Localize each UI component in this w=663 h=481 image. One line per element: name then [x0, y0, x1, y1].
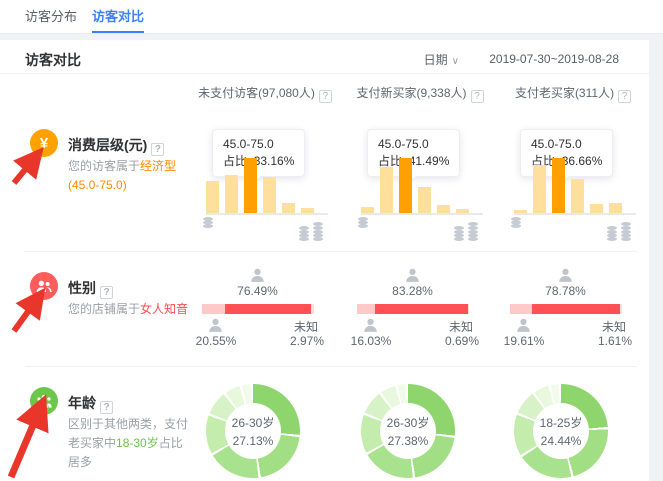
coin-stack-small-icon: [202, 215, 214, 233]
consumption-chart-new-buyers: 45.0-75.0 占比: 41.49%: [345, 121, 497, 251]
donut-top-segment-label: 26-30岁: [387, 414, 430, 431]
consumption-bar-chart[interactable]: [514, 158, 636, 215]
row-desc-consumption: 您的访客属于经济型(45.0-75.0): [68, 157, 190, 195]
chevron-down-icon: ∨: [452, 56, 459, 67]
visitor-compare-panel: 访客对比 日期 ∨ 2019-07-30~2019-08-28 未支付访客(97,…: [0, 40, 649, 481]
unknown-percent: 1.61%: [598, 334, 632, 348]
male-percent: 19.61%: [500, 334, 548, 348]
consumption-chart-unpaid: 45.0-75.0 占比: 33.16%: [190, 121, 342, 251]
coin-stack-small-icon: [357, 215, 369, 233]
gender-group-icon: [30, 272, 58, 300]
column-header-unpaid-visitors: 未支付访客(97,080人)?: [190, 84, 340, 103]
gender-chart-returning-buyers: 78.78% 19.61% 未知 1.61%: [498, 266, 650, 356]
donut-top-segment-value: 27.38%: [388, 434, 429, 448]
donut-center: 18-25岁 24.44%: [533, 403, 589, 459]
help-icon[interactable]: ?: [618, 90, 631, 103]
date-dropdown-label: 日期: [424, 53, 448, 67]
consumption-bar-chart[interactable]: [206, 158, 328, 215]
consumption-bar-chart[interactable]: [361, 158, 483, 215]
help-icon[interactable]: ?: [319, 90, 332, 103]
male-percent: 16.03%: [347, 334, 395, 348]
help-icon[interactable]: ?: [471, 90, 484, 103]
gender-chart-unpaid: 76.49% 20.55% 未知 2.97%: [190, 266, 342, 356]
age-highlight: 18-30岁: [116, 436, 159, 450]
page-title: 访客对比: [25, 50, 81, 70]
row-desc-age: 区别于其他两类，支付老买家中18-30岁占比居多: [68, 415, 190, 472]
visitor-compare-page: 访客分布 访客对比 访客对比 日期 ∨ 2019-07-30~2019-08-28…: [0, 0, 663, 481]
gender-chart-new-buyers: 83.28% 16.03% 未知 0.69%: [345, 266, 497, 356]
yen-icon: ¥: [30, 129, 58, 157]
unknown-percent: 2.97%: [290, 334, 324, 348]
age-donut-chart[interactable]: 26-30岁 27.13%: [206, 384, 300, 478]
consumption-chart-returning-buyers: 45.0-75.0 占比: 36.66%: [498, 121, 650, 251]
date-range-value[interactable]: 2019-07-30~2019-08-28: [489, 52, 619, 66]
female-percent: 76.49%: [190, 284, 325, 298]
donut-top-segment-value: 24.44%: [541, 434, 582, 448]
gender-stacked-bar[interactable]: [357, 304, 469, 314]
unknown-label: 未知: [449, 318, 473, 335]
male-percent: 20.55%: [192, 334, 240, 348]
age-chart-new-buyers: 26-30岁 27.38%: [345, 381, 497, 481]
age-donut-chart[interactable]: 26-30岁 27.38%: [361, 384, 455, 478]
unknown-label: 未知: [602, 318, 626, 335]
tab-visitor-compare[interactable]: 访客对比: [92, 0, 144, 33]
row-desc-gender: 您的店铺属于女人知音: [68, 300, 190, 319]
coin-stack-large-icon: [606, 221, 632, 241]
date-dropdown[interactable]: 日期 ∨: [424, 51, 459, 68]
age-chart-unpaid: 26-30岁 27.13%: [190, 381, 342, 481]
tab-visitor-distribution[interactable]: 访客分布: [25, 0, 77, 33]
donut-top-segment-label: 26-30岁: [232, 414, 275, 431]
female-percent: 83.28%: [345, 284, 480, 298]
column-header-returning-buyers: 支付老买家(311人)?: [498, 84, 648, 103]
coin-stack-large-icon: [453, 221, 479, 241]
header-divider: [0, 73, 649, 74]
unknown-label: 未知: [294, 318, 318, 335]
help-icon[interactable]: ?: [100, 286, 113, 299]
column-header-new-buyers: 支付新买家(9,338人)?: [345, 84, 495, 103]
donut-top-segment-label: 18-25岁: [540, 414, 583, 431]
age-group-icon: [30, 387, 58, 415]
unknown-percent: 0.69%: [445, 334, 479, 348]
row-divider: [25, 251, 637, 252]
row-title-age: 年龄?: [68, 393, 113, 414]
help-icon[interactable]: ?: [151, 143, 164, 156]
gender-highlight: 女人知音: [140, 302, 188, 316]
age-donut-chart[interactable]: 18-25岁 24.44%: [514, 384, 608, 478]
donut-center: 26-30岁 27.13%: [225, 403, 281, 459]
coin-stack-small-icon: [510, 215, 522, 233]
age-chart-returning-buyers: 18-25岁 24.44%: [498, 381, 650, 481]
female-percent: 78.78%: [498, 284, 633, 298]
row-title-consumption: 消费层级(元)?: [68, 135, 164, 156]
coin-stack-large-icon: [298, 221, 324, 241]
top-tab-bar: 访客分布 访客对比: [0, 0, 663, 34]
donut-top-segment-value: 27.13%: [233, 434, 274, 448]
row-divider: [25, 366, 637, 367]
gender-stacked-bar[interactable]: [510, 304, 622, 314]
donut-center: 26-30岁 27.38%: [380, 403, 436, 459]
help-icon[interactable]: ?: [100, 401, 113, 414]
row-title-gender: 性别?: [68, 278, 113, 299]
gender-stacked-bar[interactable]: [202, 304, 314, 314]
